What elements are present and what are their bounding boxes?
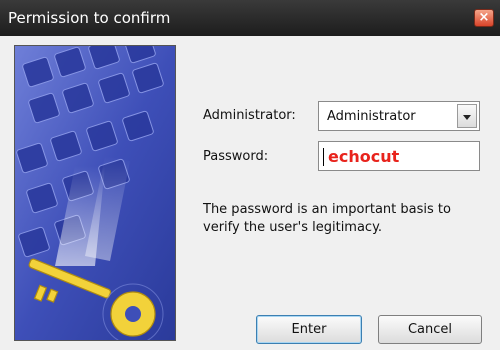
keyboard-key-icon	[15, 46, 175, 340]
chevron-down-icon[interactable]	[457, 104, 477, 128]
window-title: Permission to confirm	[8, 9, 171, 27]
info-text: The password is an important basis to ve…	[203, 202, 451, 235]
close-button[interactable]: ×	[474, 9, 494, 27]
cancel-button[interactable]: Cancel	[378, 315, 482, 344]
title-bar: Permission to confirm ×	[0, 0, 500, 36]
close-icon: ×	[478, 10, 490, 25]
administrator-select-value: Administrator	[327, 109, 416, 124]
password-label: Password:	[203, 149, 269, 164]
password-value: echocut	[328, 147, 400, 166]
keyboard-key-image	[14, 45, 176, 341]
text-caret	[323, 148, 324, 166]
enter-button[interactable]: Enter	[256, 315, 362, 344]
password-field[interactable]: echocut	[318, 141, 480, 171]
administrator-label: Administrator:	[203, 108, 296, 123]
administrator-select[interactable]: Administrator	[318, 101, 480, 131]
